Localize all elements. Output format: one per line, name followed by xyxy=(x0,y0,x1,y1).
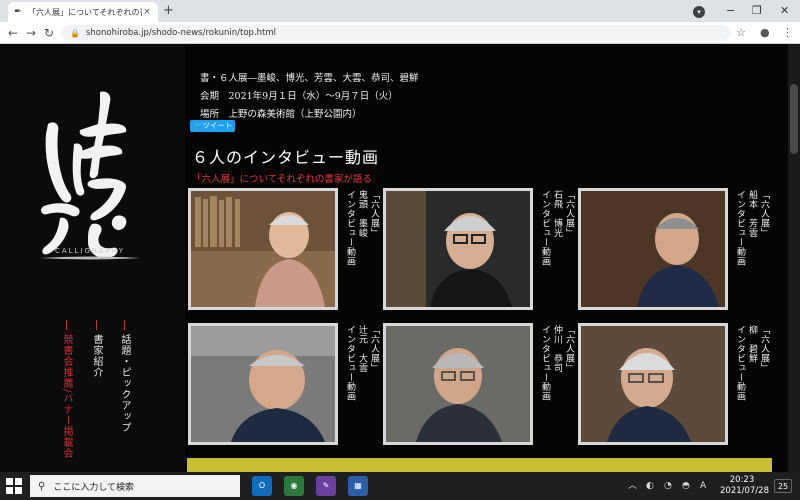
site-logo[interactable] xyxy=(30,84,140,264)
section-subtitle: 「六人展」についてそれぞれの書家が語る xyxy=(192,174,372,185)
search-icon: ⚲ xyxy=(38,480,46,492)
tweet-label: ツイート xyxy=(202,121,233,130)
video-thumbnail[interactable] xyxy=(188,323,338,445)
tab-search-icon[interactable]: ▾ xyxy=(693,6,705,18)
video-thumbnail[interactable] xyxy=(578,188,728,310)
lock-icon: 🔒 xyxy=(70,28,80,38)
video-thumbnail[interactable] xyxy=(188,188,338,310)
video-card[interactable]: 「六人展」 石飛 博光 インタビュー動画 xyxy=(383,188,574,313)
clock-date: 2021/07/28 xyxy=(720,486,769,496)
nav-recommend[interactable]: 競書会推薦/バナー掲載会 xyxy=(60,334,72,459)
outlook-icon[interactable]: O xyxy=(252,476,272,496)
video-caption: 「六人展」 船本 芳雲 インタビュー動画 xyxy=(735,190,769,266)
nav-bar-accent xyxy=(124,320,125,330)
browser-tab[interactable]: ✒ 「六人展」についてそれぞれの書家が語 × xyxy=(8,2,158,22)
wifi-icon[interactable]: ◔ xyxy=(664,480,672,492)
address-bar[interactable]: 🔒 shonohiroba.jp/shodo-news/rokunin/top.… xyxy=(62,25,730,41)
video-card[interactable]: 「六人展」 船本 芳雲 インタビュー動画 xyxy=(578,188,769,313)
tray-chevron-icon[interactable]: ︿ xyxy=(628,480,637,492)
video-thumbnail[interactable] xyxy=(383,323,533,445)
section-title: ６人のインタビュー動画 xyxy=(192,148,380,167)
back-arrow-icon[interactable]: ← xyxy=(8,25,18,41)
taskbar: ⚲ ここに入力して検索 O ◉ ✎ ▦ ︿ ◐ ◔ ◓ A 20:23 2021… xyxy=(0,472,800,500)
video-caption: 「六人展」 鬼頭 墨峻 インタビュー動画 xyxy=(345,190,379,266)
video-caption: 「六人展」柳 碧鮮 インタビュー動画 xyxy=(735,325,769,401)
url-text: shonohiroba.jp/shodo-news/rokunin/top.ht… xyxy=(85,28,277,38)
restore-button[interactable]: ❐ xyxy=(752,2,762,20)
video-card[interactable]: 「六人展」 辻元 大雲 インタビュー動画 xyxy=(188,323,379,448)
video-card[interactable]: 「六人展」 鬼頭 墨峻 インタビュー動画 xyxy=(188,188,379,313)
twitter-bird-icon: 🐦 xyxy=(193,121,203,130)
video-caption: 「六人展」 辻元 大雲 インタビュー動画 xyxy=(345,325,379,401)
browser-tabbar: ✒ 「六人展」についてそれぞれの書家が語 × + ▾ − ❐ ✕ xyxy=(0,0,800,22)
tab-close-button[interactable]: × xyxy=(142,7,152,17)
exhibition-period: 会期 2021年9月１日（水）～9月７日（火） xyxy=(200,91,398,102)
close-window-button[interactable]: ✕ xyxy=(780,2,789,20)
system-clock[interactable]: 20:23 2021/07/28 xyxy=(720,475,769,497)
video-thumbnail[interactable] xyxy=(578,323,728,445)
banner-strip[interactable] xyxy=(187,458,772,472)
profile-icon[interactable]: ● xyxy=(760,25,770,41)
notification-badge[interactable]: 25 xyxy=(774,479,792,493)
new-tab-button[interactable]: + xyxy=(163,3,174,19)
web-page: CALLIGRAPHY 話題・ピックアップ 書家紹介 競書会推薦/バナー掲載会 … xyxy=(0,44,800,472)
site-favicon-icon: ✒ xyxy=(14,7,22,17)
tray-app-icon[interactable]: ◐ xyxy=(646,480,654,492)
volume-icon[interactable]: ◓ xyxy=(682,480,690,492)
video-card[interactable]: 「六人展」柳 碧鮮 インタビュー動画 xyxy=(578,323,769,448)
windows-start-icon[interactable] xyxy=(6,478,22,494)
video-caption: 「六人展」 仲川 恭司 インタビュー動画 xyxy=(540,325,574,401)
bookmark-star-icon[interactable]: ☆ xyxy=(736,25,746,41)
app-icon-2[interactable]: ▦ xyxy=(348,476,368,496)
scrollbar-thumb[interactable] xyxy=(790,84,798,154)
minimize-button[interactable]: − xyxy=(726,2,735,20)
taskbar-search[interactable]: ⚲ ここに入力して検索 xyxy=(30,475,240,497)
logo-subtitle: CALLIGRAPHY xyxy=(54,247,126,255)
logo-swash xyxy=(40,256,140,260)
nav-bar-accent xyxy=(96,320,97,330)
video-card[interactable]: 「六人展」 仲川 恭司 インタビュー動画 xyxy=(383,323,574,448)
nav-bar-accent xyxy=(66,320,67,330)
clock-time: 20:23 xyxy=(729,475,755,485)
page-scrollbar[interactable] xyxy=(788,44,800,472)
forward-arrow-icon[interactable]: → xyxy=(26,25,36,41)
nav-calligraphers[interactable]: 書家紹介 xyxy=(90,334,102,378)
menu-kebab-icon[interactable]: ⋮ xyxy=(782,25,793,41)
left-sidebar: CALLIGRAPHY 話題・ピックアップ 書家紹介 競書会推薦/バナー掲載会 xyxy=(0,44,185,472)
chrome-icon[interactable]: ◉ xyxy=(284,476,304,496)
browser-toolbar: ← → ↻ 🔒 shonohiroba.jp/shodo-news/rokuni… xyxy=(0,22,800,44)
taskbar-search-placeholder: ここに入力して検索 xyxy=(53,482,135,493)
video-thumbnail[interactable] xyxy=(383,188,533,310)
ime-indicator[interactable]: A xyxy=(700,480,706,492)
nav-topics[interactable]: 話題・ピックアップ xyxy=(118,334,130,433)
tab-title: 「六人展」についてそれぞれの書家が語 xyxy=(28,7,142,17)
app-icon[interactable]: ✎ xyxy=(316,476,336,496)
tweet-button[interactable]: 🐦ツイート xyxy=(190,120,235,132)
video-caption: 「六人展」 石飛 博光 インタビュー動画 xyxy=(540,190,574,266)
exhibition-info: 書・６人展―墨峻、博光、芳雲、大雲、恭司、碧鮮 会期 2021年9月１日（水）～… xyxy=(200,70,419,124)
exhibition-title: 書・６人展―墨峻、博光、芳雲、大雲、恭司、碧鮮 xyxy=(200,73,419,84)
reload-icon[interactable]: ↻ xyxy=(44,25,54,41)
